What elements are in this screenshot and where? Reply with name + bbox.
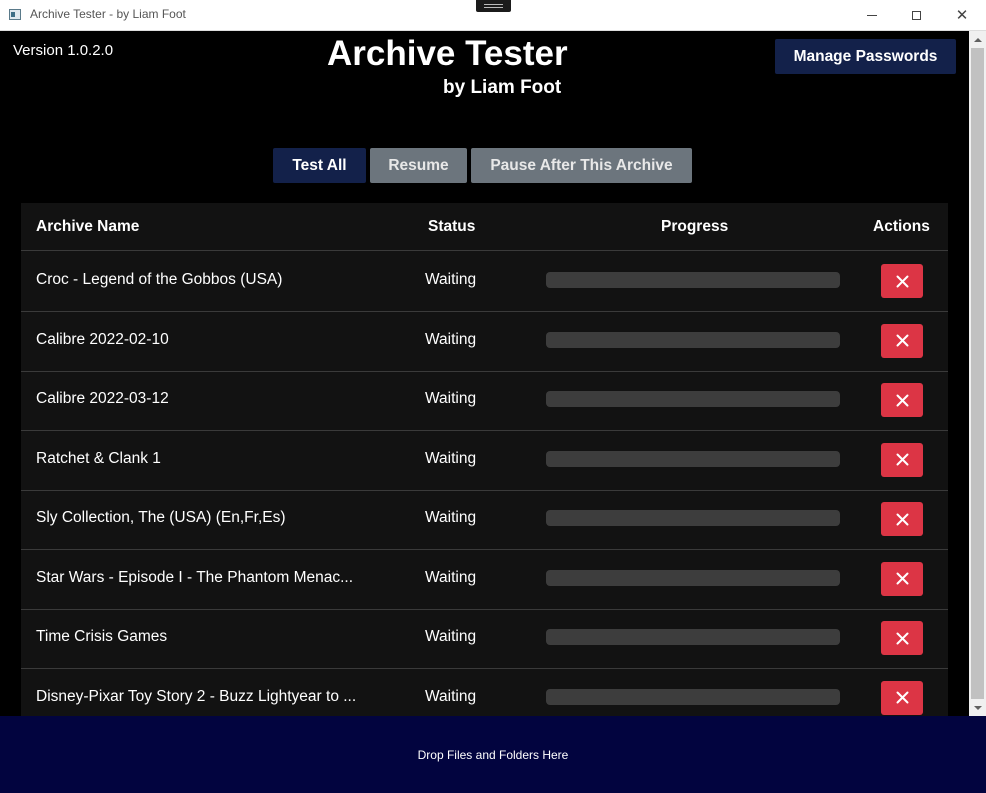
window-title: Archive Tester - by Liam Foot — [30, 7, 186, 21]
close-x-icon — [896, 691, 908, 704]
close-x-icon — [896, 453, 908, 466]
scroll-down-icon — [973, 705, 982, 710]
maximize-button[interactable] — [893, 0, 939, 30]
column-header-actions: Actions — [873, 218, 930, 235]
progress-bar — [546, 272, 840, 288]
close-x-icon — [896, 632, 908, 644]
minimize-icon — [867, 14, 877, 16]
archive-name: Calibre 2022-03-12 — [36, 390, 169, 407]
scroll-down-button[interactable] — [969, 699, 986, 716]
title-bar[interactable]: Archive Tester - by Liam Foot ✕ — [0, 0, 986, 31]
archive-table: Archive Name Status Progress Actions Cro… — [21, 203, 948, 716]
progress-bar — [546, 688, 840, 705]
archive-name: Time Crisis Games — [36, 628, 168, 645]
table-row: Time Crisis Games Waiting — [21, 609, 948, 669]
remove-archive-button[interactable] — [881, 442, 923, 477]
archive-status: Waiting — [425, 390, 477, 407]
drop-zone[interactable]: Drop Files and Folders Here — [0, 716, 986, 793]
remove-archive-button[interactable] — [881, 383, 923, 417]
app-subtitle: by Liam Foot — [443, 77, 562, 98]
table-header: Archive Name Status Progress Actions — [21, 203, 948, 251]
close-x-icon — [896, 572, 908, 585]
archive-name: Calibre 2022-02-10 — [36, 330, 169, 348]
archive-status: Waiting — [425, 330, 477, 348]
test-all-button[interactable]: Test All — [273, 148, 366, 183]
remove-archive-button[interactable] — [881, 502, 923, 536]
table-row: Ratchet & Clank 1 Waiting — [21, 431, 948, 491]
pause-after-archive-button[interactable]: Pause After This Archive — [471, 148, 692, 183]
column-header-progress: Progress — [661, 218, 729, 235]
close-x-icon — [896, 513, 908, 525]
close-x-icon — [896, 275, 908, 287]
table-row: Disney-Pixar Toy Story 2 - Buzz Lightyea… — [21, 669, 948, 717]
remove-archive-button[interactable] — [881, 680, 923, 715]
version-label: Version 1.0.2.0 — [13, 42, 114, 59]
archive-status: Waiting — [425, 568, 477, 586]
scroll-up-icon — [973, 37, 982, 42]
app-title: Archive Tester — [327, 34, 568, 73]
progress-bar — [546, 629, 840, 645]
progress-bar — [546, 450, 840, 467]
table-row: Croc - Legend of the Gobbos (USA) Waiting — [21, 252, 948, 312]
progress-bar — [546, 331, 840, 348]
drag-handle-icon[interactable] — [476, 0, 511, 12]
progress-bar — [546, 569, 840, 586]
table-row: Sly Collection, The (USA) (En,Fr,Es) Wait… — [21, 490, 948, 550]
remove-archive-button[interactable] — [881, 621, 923, 655]
remove-archive-button[interactable] — [881, 323, 923, 358]
archive-name: Disney-Pixar Toy Story 2 - Buzz Lightyea… — [36, 687, 357, 705]
table-row: Star Wars - Episode I - The Phantom Mena… — [21, 550, 948, 610]
progress-bar — [546, 391, 840, 407]
table-row: Calibre 2022-02-10 Waiting — [21, 312, 948, 372]
close-window-button[interactable]: ✕ — [939, 0, 985, 30]
archive-status: Waiting — [425, 628, 477, 645]
minimize-button[interactable] — [849, 0, 895, 30]
maximize-icon — [911, 10, 921, 20]
remove-archive-button[interactable] — [881, 561, 923, 596]
archive-name: Ratchet & Clank 1 — [36, 449, 161, 467]
remove-archive-button[interactable] — [881, 264, 923, 298]
app-icon — [9, 9, 21, 20]
archive-status: Waiting — [425, 509, 477, 526]
progress-bar — [546, 510, 840, 526]
vertical-scrollbar[interactable] — [969, 31, 986, 716]
main-content: Version 1.0.2.0 Archive Tester by Liam F… — [1, 31, 969, 716]
close-icon: ✕ — [955, 5, 969, 24]
table-row: Calibre 2022-03-12 Waiting — [21, 371, 948, 431]
column-header-status: Status — [428, 218, 476, 235]
column-header-name: Archive Name — [36, 218, 140, 235]
scroll-up-button[interactable] — [969, 31, 986, 48]
close-x-icon — [896, 334, 908, 347]
archive-name: Sly Collection, The (USA) (En,Fr,Es) — [36, 509, 286, 526]
archive-status: Waiting — [425, 271, 477, 288]
close-x-icon — [896, 394, 908, 406]
drop-zone-label: Drop Files and Folders Here — [417, 747, 569, 762]
archive-name: Star Wars - Episode I - The Phantom Mena… — [36, 568, 354, 586]
scroll-thumb[interactable] — [971, 48, 984, 699]
archive-status: Waiting — [425, 687, 477, 705]
resume-button[interactable]: Resume — [370, 148, 467, 183]
manage-passwords-button[interactable]: Manage Passwords — [775, 39, 956, 74]
archive-name: Croc - Legend of the Gobbos (USA) — [36, 271, 283, 288]
archive-status: Waiting — [425, 449, 477, 467]
